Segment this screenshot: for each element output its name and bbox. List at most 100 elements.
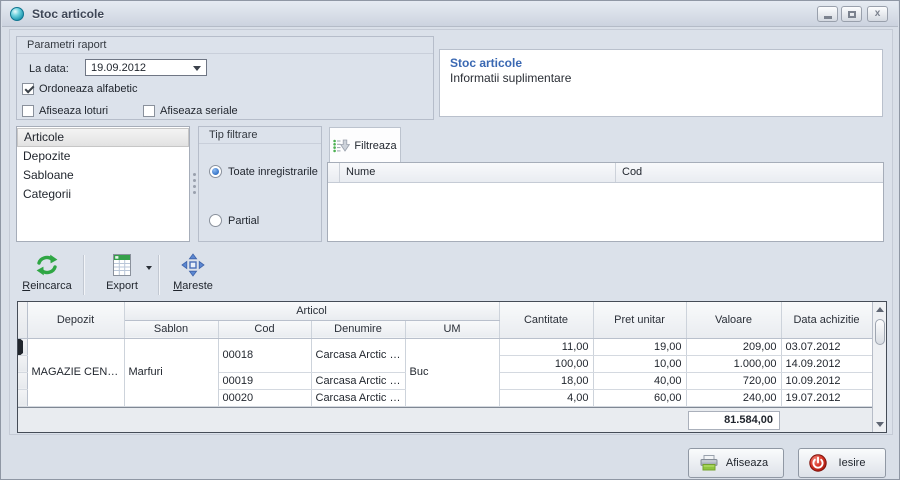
cell-data-achizitie[interactable]: 10.09.2012 — [781, 372, 872, 389]
cell-data-achizitie[interactable]: 14.09.2012 — [781, 355, 872, 372]
total-valoare: 81.584,00 — [688, 411, 780, 430]
afiseaza-label: Afiseaza — [719, 457, 783, 469]
cell-cod[interactable]: 00020 — [218, 389, 311, 406]
cell-data-achizitie[interactable]: 03.07.2012 — [781, 338, 872, 355]
column-header-pret-unitar[interactable]: Pret unitar — [593, 302, 686, 338]
radio-selected-icon[interactable] — [209, 165, 222, 178]
list-item-articole[interactable]: Articole — [17, 128, 189, 147]
iesire-button[interactable]: Iesire — [798, 448, 886, 478]
stock-grid-table: Depozit Articol Cantitate Pret unitar Va… — [18, 302, 873, 407]
cell-denumire[interactable]: Carcasa Arctic Cooli... — [311, 338, 405, 372]
cell-cantitate[interactable]: 4,00 — [499, 389, 593, 406]
list-item-depozite[interactable]: Depozite — [17, 147, 189, 166]
export-label: Export — [106, 280, 138, 292]
cell-valoare[interactable]: 240,00 — [686, 389, 781, 406]
maximize-button[interactable] — [841, 6, 862, 22]
radio-label: Partial — [228, 215, 259, 227]
column-header-depozit[interactable]: Depozit — [27, 302, 124, 338]
reincarca-button[interactable]: Reincarca — [17, 253, 77, 297]
checkbox-checked-icon[interactable] — [22, 83, 34, 95]
titlebar: Stoc articole x — [2, 1, 898, 27]
cell-pret-unitar[interactable]: 60,00 — [593, 389, 686, 406]
row-indicator[interactable] — [18, 372, 27, 389]
scrollbar-thumb[interactable] — [875, 319, 885, 345]
radio-toate-inregistrarile[interactable]: Toate inregistrarile — [209, 165, 318, 178]
cell-pret-unitar[interactable]: 19,00 — [593, 338, 686, 355]
cell-data-achizitie[interactable]: 19.07.2012 — [781, 389, 872, 406]
arrow-up-icon — [876, 307, 884, 312]
report-subtitle: Informatii suplimentare — [450, 71, 872, 85]
cell-cod[interactable]: 00019 — [218, 372, 311, 389]
column-header-cantitate[interactable]: Cantitate — [499, 302, 593, 338]
minimize-button[interactable] — [817, 6, 838, 22]
table-row[interactable]: MAGAZIE CENTRALA Marfuri 00018 Carcasa A… — [18, 338, 872, 355]
afiseaza-button[interactable]: Afiseaza — [688, 448, 784, 478]
column-header-um[interactable]: UM — [405, 320, 499, 338]
nav-listbox: Articole Depozite Sabloane Categorii — [16, 126, 190, 242]
iesire-label: Iesire — [827, 457, 885, 469]
date-combobox[interactable]: 19.09.2012 — [85, 59, 207, 76]
export-button[interactable]: Export — [90, 253, 154, 297]
checkbox-afiseaza-seriale[interactable]: Afiseaza seriale — [143, 105, 238, 117]
export-dropdown-icon[interactable] — [146, 266, 152, 270]
filtreaza-tab[interactable]: Filtreaza — [329, 127, 401, 163]
cell-cod[interactable]: 00018 — [218, 338, 311, 372]
checkbox-ordoneaza-alfabetic[interactable]: Ordoneaza alfabetic — [22, 83, 137, 95]
row-indicator[interactable] — [18, 355, 27, 372]
combo-dropdown-icon[interactable] — [193, 66, 201, 71]
cell-pret-unitar[interactable]: 10,00 — [593, 355, 686, 372]
refresh-icon — [34, 253, 60, 277]
checkbox-afiseaza-loturi[interactable]: Afiseaza loturi — [22, 105, 108, 117]
list-item-categorii[interactable]: Categorii — [17, 185, 189, 204]
cell-denumire[interactable]: Carcasa Arctic Cooli... — [311, 372, 405, 389]
row-indicator[interactable] — [18, 338, 27, 355]
close-button[interactable]: x — [867, 6, 888, 22]
scroll-up-button[interactable] — [874, 303, 886, 316]
column-header-cod[interactable]: Cod — [218, 320, 311, 338]
report-title: Stoc articole — [450, 56, 872, 70]
filter-list-arrow-icon — [333, 139, 350, 153]
scroll-down-button[interactable] — [874, 418, 886, 431]
filter-column-nume[interactable]: Nume — [340, 163, 616, 182]
cell-denumire[interactable]: Carcasa Arctic Cooli... — [311, 389, 405, 406]
arrow-down-icon — [876, 422, 884, 427]
filter-table-header: Nume Cod — [328, 163, 883, 183]
parametri-raport-group: Parametri raport La data: 19.09.2012 Ord… — [16, 36, 434, 120]
cell-pret-unitar[interactable]: 40,00 — [593, 372, 686, 389]
cell-cantitate[interactable]: 11,00 — [499, 338, 593, 355]
radio-unselected-icon[interactable] — [209, 214, 222, 227]
stock-grid: Depozit Articol Cantitate Pret unitar Va… — [17, 301, 887, 433]
splitter-grip[interactable] — [192, 170, 197, 216]
date-value: 19.09.2012 — [91, 62, 146, 74]
column-header-denumire[interactable]: Denumire — [311, 320, 405, 338]
export-spreadsheet-icon — [111, 253, 133, 277]
cell-sablon[interactable]: Marfuri — [124, 338, 218, 406]
radio-partial[interactable]: Partial — [209, 214, 259, 227]
column-group-articol[interactable]: Articol — [124, 302, 499, 320]
checkbox-unchecked-icon[interactable] — [143, 105, 155, 117]
row-indicator[interactable] — [18, 389, 27, 406]
checkbox-label: Afiseaza loturi — [39, 105, 108, 117]
cell-depozit[interactable]: MAGAZIE CENTRALA — [27, 338, 124, 406]
checkbox-unchecked-icon[interactable] — [22, 105, 34, 117]
cell-cantitate[interactable]: 18,00 — [499, 372, 593, 389]
toolbar-separator — [158, 255, 159, 295]
maximize-icon — [848, 11, 856, 18]
column-header-data-achizitie[interactable]: Data achizitie — [781, 302, 872, 338]
la-data-label: La data: — [29, 63, 69, 75]
grid-vertical-scrollbar[interactable] — [872, 302, 886, 432]
cell-valoare[interactable]: 720,00 — [686, 372, 781, 389]
mareste-button[interactable]: Mareste — [162, 253, 224, 297]
filter-column-cod[interactable]: Cod — [616, 163, 883, 182]
checkbox-label: Afiseaza seriale — [160, 105, 238, 117]
cell-valoare[interactable]: 1.000,00 — [686, 355, 781, 372]
printer-icon — [699, 455, 719, 472]
grid-corner-cell — [18, 302, 27, 338]
list-item-sabloane[interactable]: Sabloane — [17, 166, 189, 185]
cell-cantitate[interactable]: 100,00 — [499, 355, 593, 372]
cell-valoare[interactable]: 209,00 — [686, 338, 781, 355]
power-icon — [809, 454, 827, 472]
column-header-valoare[interactable]: Valoare — [686, 302, 781, 338]
column-header-sablon[interactable]: Sablon — [124, 320, 218, 338]
cell-um[interactable]: Buc — [405, 338, 499, 406]
